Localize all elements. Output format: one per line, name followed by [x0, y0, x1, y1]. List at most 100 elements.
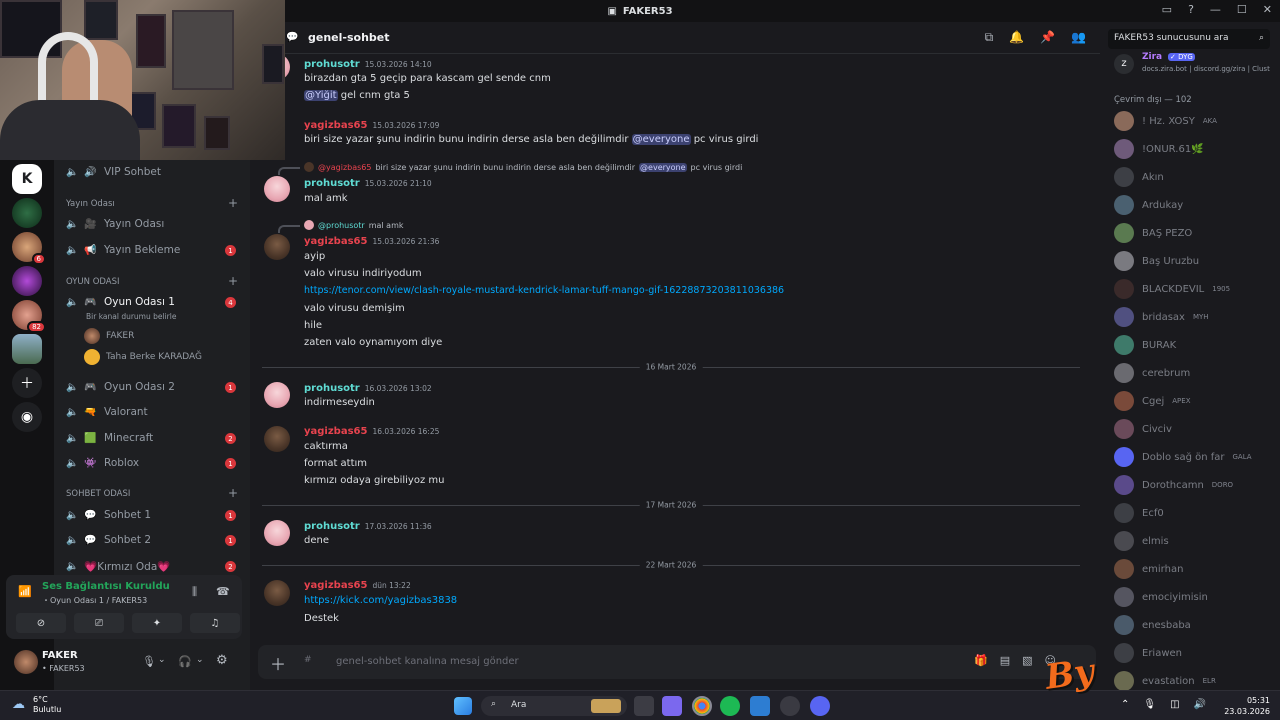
message-author[interactable]: prohusotr 15.03.2026 21:10 [304, 178, 432, 189]
channel-vip-sohbet[interactable]: 🔈 🔊 VIP Sohbet [66, 162, 246, 182]
member-item[interactable]: Eriawen [1114, 642, 1280, 664]
members-icon[interactable]: 👥 [1071, 30, 1086, 45]
message-composer[interactable]: ＋ # genel-sohbet kanalına mesaj gönder 🎁… [258, 645, 1096, 679]
message-author[interactable]: prohusotr 17.03.2026 11:36 [304, 521, 432, 532]
gif-icon[interactable]: ▤ [1000, 654, 1010, 667]
member-item[interactable]: Akın [1114, 166, 1280, 188]
server-search-input[interactable]: FAKER53 sunucusunu ara ⌕ [1108, 29, 1270, 49]
channel-valorant[interactable]: 🔈 🔫 Valorant [66, 402, 246, 422]
avatar[interactable] [264, 382, 290, 408]
volume-icon[interactable]: 🔊 [1194, 699, 1206, 710]
message-author[interactable]: yagizbas65 16.03.2026 16:25 [304, 426, 439, 437]
chevron-down-icon[interactable]: ⌄ [158, 655, 166, 665]
member-bot-zira[interactable]: z Zira ✓ DYG docs.zira.bot | discord.gg/… [1114, 52, 1280, 78]
gear-icon[interactable]: ⚙ [216, 653, 228, 668]
message-link[interactable]: https://tenor.com/view/clash-royale-must… [304, 285, 784, 296]
member-item[interactable]: Ardukay [1114, 194, 1280, 216]
composer-placeholder[interactable]: genel-sohbet kanalına mesaj gönder [336, 656, 519, 667]
mic-tray-icon[interactable]: 🎙 [1143, 699, 1156, 710]
activities-button[interactable]: ✦ [132, 613, 182, 633]
category-sohbet[interactable]: SOHBET ODASI + [66, 486, 246, 500]
signal-icon[interactable]: 📶 [18, 585, 32, 598]
channel-roblox[interactable]: 🔈 👾 Roblox 1 [66, 453, 246, 473]
member-item[interactable]: ! Hz. XOSY AKA [1114, 110, 1280, 132]
member-item[interactable]: BURAK [1114, 334, 1280, 356]
discord-icon[interactable] [810, 696, 830, 716]
add-channel-icon[interactable]: + [228, 274, 238, 288]
clock[interactable]: 05:31 23.03.2026 [1224, 695, 1270, 717]
server-icon-2[interactable] [12, 198, 42, 228]
chrome-icon[interactable] [692, 696, 712, 716]
spotify-icon[interactable] [720, 696, 740, 716]
member-item[interactable]: enesbaba [1114, 614, 1280, 636]
help-icon[interactable]: ? [1188, 3, 1194, 16]
member-item[interactable]: Cgej APEX [1114, 390, 1280, 412]
member-item[interactable]: elmis [1114, 530, 1280, 552]
server-icon-4[interactable] [12, 266, 42, 296]
category-yayin[interactable]: Yayın Odası + [66, 196, 246, 210]
close-button[interactable]: ✕ [1263, 3, 1272, 16]
channel-oyun-odasi-1[interactable]: 🔈 🎮 Oyun Odası 14 [66, 292, 246, 312]
chevron-down-icon[interactable]: ⌄ [196, 655, 204, 665]
avatar[interactable] [14, 650, 38, 674]
pin-icon[interactable]: 📌 [1040, 30, 1055, 45]
photos-icon[interactable] [750, 696, 770, 716]
add-channel-icon[interactable]: + [228, 486, 238, 500]
avatar[interactable] [264, 580, 290, 606]
taskbar-search[interactable]: Ara ⌕ [481, 696, 627, 716]
message-author[interactable]: yagizbas65 15.03.2026 21:36 [304, 236, 439, 247]
avatar[interactable] [264, 176, 290, 202]
channel-kirmizi-oda[interactable]: 🔈 💗Kırmızı Oda💗 2 [66, 556, 246, 576]
member-item[interactable]: Baş Uruzbu [1114, 250, 1280, 272]
reply-preview[interactable]: @prohusotr mal amk [304, 220, 404, 230]
member-item[interactable]: BAŞ PEZO [1114, 222, 1280, 244]
channel-yayin-odasi[interactable]: 🔈 🎥 Yayın Odası [66, 214, 246, 234]
avatar[interactable] [264, 426, 290, 452]
member-item[interactable]: cerebrum [1114, 362, 1280, 384]
message-author[interactable]: yagizbas65 dün 13:22 [304, 580, 411, 591]
member-item[interactable]: Civciv [1114, 418, 1280, 440]
channel-sohbet-1[interactable]: 🔈 💬 Sohbet 11 [66, 505, 246, 525]
maximize-button[interactable]: ☐ [1237, 3, 1247, 16]
member-item[interactable]: bridasax MYH [1114, 306, 1280, 328]
member-item[interactable]: Ecf0 [1114, 502, 1280, 524]
start-button[interactable] [454, 697, 472, 715]
server-icon-faker53[interactable]: K [12, 164, 42, 194]
member-item[interactable]: !ONUR.61🌿 [1114, 138, 1280, 160]
weather-cloud-icon[interactable]: ☁ [12, 697, 25, 712]
server-icon-5[interactable]: 82 [12, 300, 46, 333]
server-icon-6[interactable] [12, 334, 42, 364]
sticker-icon[interactable]: ▧ [1022, 654, 1032, 667]
channel-oyun-odasi-2[interactable]: 🔈 🎮 Oyun Odası 21 [66, 377, 246, 397]
channel-minecraft[interactable]: 🔈 🟩 Minecraft 2 [66, 428, 246, 448]
teams-icon[interactable] [662, 696, 682, 716]
member-item[interactable]: BLACKDEVIL 1905 [1114, 278, 1280, 300]
voice-user-taha[interactable]: Taha Berke KARADAĞ [84, 349, 202, 365]
avatar[interactable] [264, 234, 290, 260]
add-server-icon[interactable]: ＋ [12, 368, 42, 398]
member-item[interactable]: emirhan [1114, 558, 1280, 580]
channel-yayin-bekleme[interactable]: 🔈 📢 Yayın Bekleme 1 [66, 240, 246, 260]
member-item[interactable]: evastation ELR [1114, 670, 1280, 690]
avatar[interactable] [264, 520, 290, 546]
message-link[interactable]: https://kick.com/yagizbas3838 [304, 595, 457, 606]
network-icon[interactable]: ◫ [1170, 699, 1179, 710]
noise-suppression-icon[interactable]: ⫼ [192, 585, 197, 599]
bell-icon[interactable]: 🔔 [1009, 30, 1024, 45]
inbox-icon[interactable]: ▭ [1162, 3, 1172, 16]
headphones-icon[interactable]: 🎧 [178, 655, 192, 668]
attach-plus-icon[interactable]: ＋ [270, 651, 286, 675]
microphone-icon[interactable]: 🎙 [142, 655, 156, 668]
member-item[interactable]: emociyimisin [1114, 586, 1280, 608]
user-mention[interactable]: @Yiğit [304, 90, 338, 101]
voice-user-faker[interactable]: FAKER [84, 328, 134, 344]
reply-preview[interactable]: @yagizbas65 biri size yazar şunu indirin … [304, 162, 742, 172]
chevron-up-icon[interactable]: ⌃ [1121, 699, 1129, 710]
weather-widget[interactable]: 6°C Bulutlu [33, 695, 61, 715]
soundboard-button[interactable]: ♫ [190, 613, 240, 633]
steam-icon[interactable] [780, 696, 800, 716]
discover-icon[interactable]: ◉ [12, 402, 42, 432]
channel-sohbet-2[interactable]: 🔈 💬 Sohbet 21 [66, 530, 246, 550]
message-author[interactable]: prohusotr 16.03.2026 13:02 [304, 383, 432, 394]
threads-icon[interactable]: ⧉ [985, 30, 994, 45]
